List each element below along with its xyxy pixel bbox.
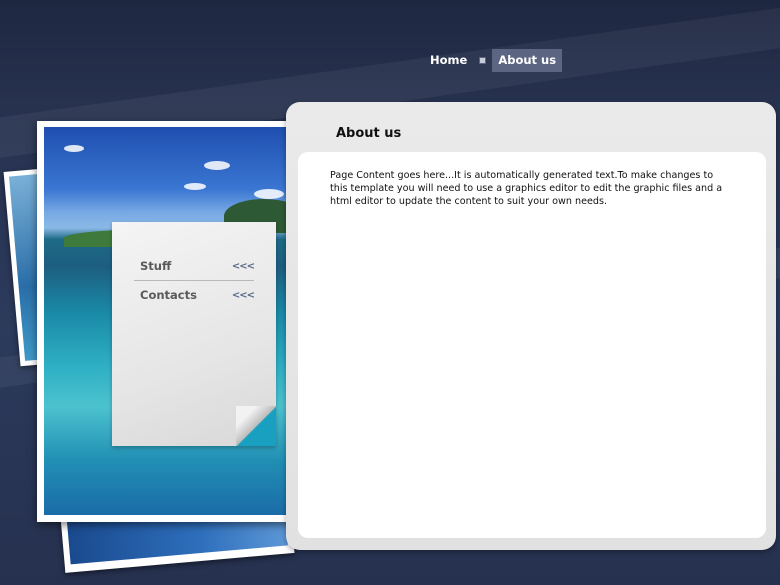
nav-about-link[interactable]: About us [492, 49, 563, 72]
content-body: Page Content goes here...It is automatic… [298, 152, 766, 538]
side-menu-label: Contacts [140, 288, 197, 302]
page-title: About us [336, 126, 402, 141]
nav-home-link[interactable]: Home [424, 49, 473, 72]
side-menu-label: Stuff [140, 259, 172, 273]
double-chevron-left-icon: <<< [231, 289, 255, 301]
top-nav: Home About us [424, 49, 563, 72]
page-content-text: Page Content goes here...It is automatic… [330, 170, 723, 207]
double-chevron-left-icon: <<< [231, 260, 255, 272]
side-menu: Stuff <<< Contacts <<< [112, 222, 276, 446]
bullet-square-icon [479, 57, 487, 64]
side-menu-item-stuff[interactable]: Stuff <<< [134, 252, 255, 280]
content-panel: About us Page Content goes here...It is … [286, 102, 776, 550]
side-menu-item-contacts[interactable]: Contacts <<< [134, 281, 255, 309]
page-curl [236, 406, 276, 446]
